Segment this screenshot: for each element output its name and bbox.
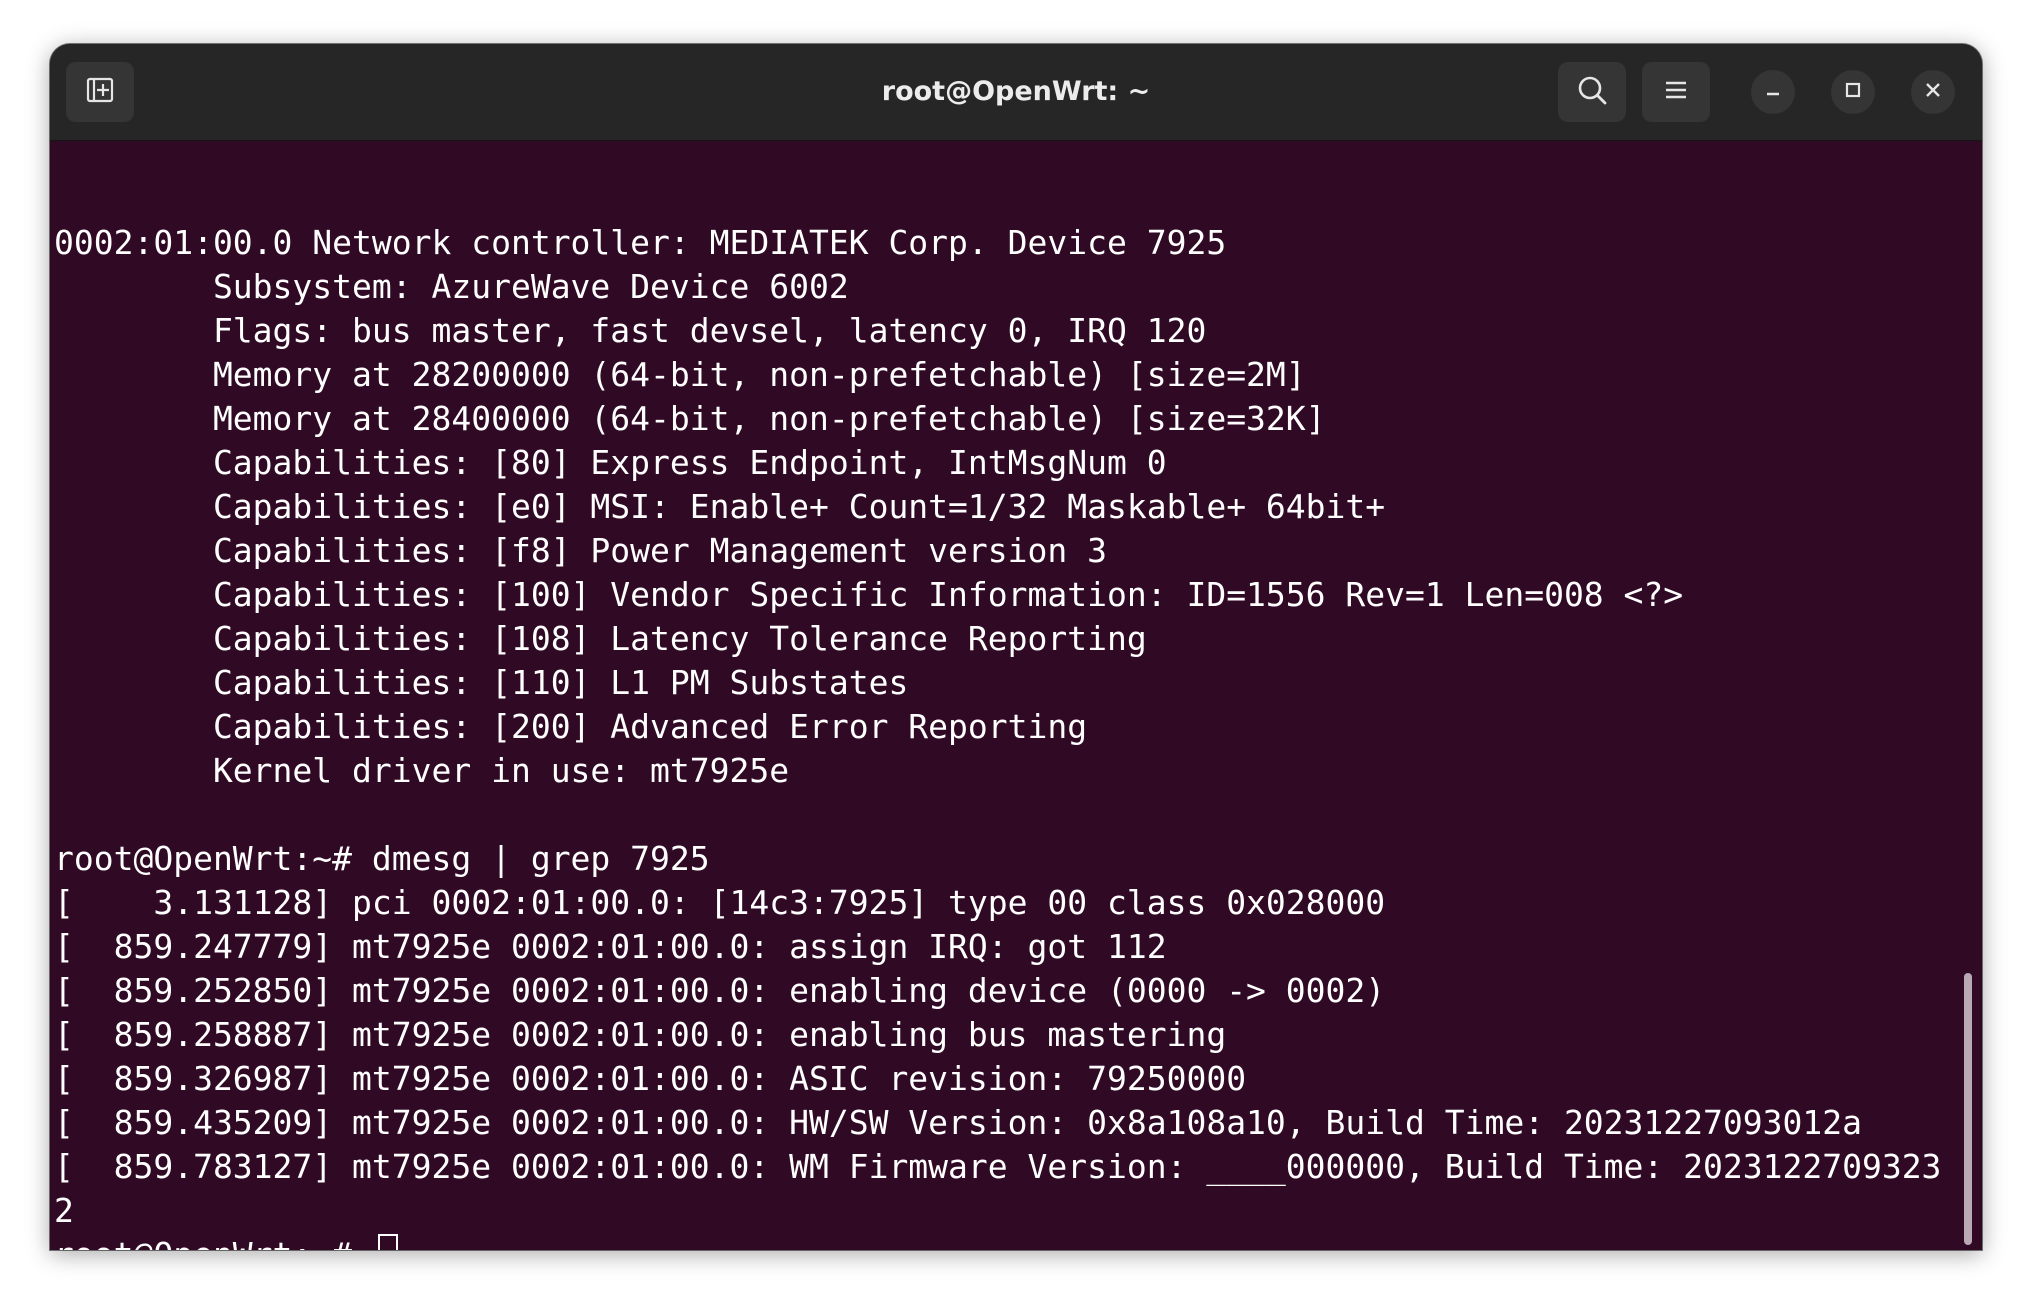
terminal-line: [ 859.258887] mt7925e 0002:01:00.0: enab… bbox=[54, 1015, 1227, 1054]
scrollbar[interactable] bbox=[1964, 973, 1972, 1245]
maximize-icon bbox=[1843, 80, 1863, 105]
terminal-line: Subsystem: AzureWave Device 6002 bbox=[54, 267, 849, 306]
terminal-window: root@OpenWrt: ~ 0002:01:00.0 Network con… bbox=[50, 44, 1982, 1250]
hamburger-menu-icon bbox=[1661, 75, 1691, 110]
terminal-line: Capabilities: [f8] Power Management vers… bbox=[54, 531, 1107, 570]
terminal-line: Memory at 28400000 (64-bit, non-prefetch… bbox=[54, 399, 1326, 438]
prompt-line[interactable]: root@OpenWrt:~# bbox=[54, 1233, 1941, 1250]
title-bar[interactable]: root@OpenWrt: ~ bbox=[50, 44, 1982, 141]
terminal-line: [ 859.435209] mt7925e 0002:01:00.0: HW/S… bbox=[54, 1103, 1862, 1142]
terminal-line: Capabilities: [200] Advanced Error Repor… bbox=[54, 707, 1088, 746]
terminal-line: [ 859.783127] mt7925e 0002:01:00.0: WM F… bbox=[54, 1147, 1942, 1186]
terminal-line: Memory at 28200000 (64-bit, non-prefetch… bbox=[54, 355, 1306, 394]
terminal-line: Capabilities: [100] Vendor Specific Info… bbox=[54, 575, 1684, 614]
search-button[interactable] bbox=[1558, 62, 1626, 122]
new-tab-button[interactable] bbox=[66, 62, 134, 122]
terminal-line: [ 3.131128] pci 0002:01:00.0: [14c3:7925… bbox=[54, 883, 1386, 922]
terminal-output-area[interactable]: 0002:01:00.0 Network controller: MEDIATE… bbox=[50, 141, 1982, 1250]
terminal-line: Capabilities: [108] Latency Tolerance Re… bbox=[54, 619, 1147, 658]
shell-prompt: root@OpenWrt:~# bbox=[54, 1235, 372, 1250]
terminal-line: root@OpenWrt:~# dmesg | grep 7925 bbox=[54, 839, 710, 878]
terminal-line: Capabilities: [80] Express Endpoint, Int… bbox=[54, 443, 1167, 482]
close-icon bbox=[1923, 80, 1943, 105]
terminal-line: [ 859.247779] mt7925e 0002:01:00.0: assi… bbox=[54, 927, 1167, 966]
terminal-line: [ 859.252850] mt7925e 0002:01:00.0: enab… bbox=[54, 971, 1386, 1010]
terminal-line: [ 859.326987] mt7925e 0002:01:00.0: ASIC… bbox=[54, 1059, 1247, 1098]
terminal-line: Kernel driver in use: mt7925e bbox=[54, 751, 790, 790]
minimize-button[interactable] bbox=[1751, 70, 1795, 114]
close-button[interactable] bbox=[1911, 70, 1955, 114]
terminal-line: Capabilities: [e0] MSI: Enable+ Count=1/… bbox=[54, 487, 1386, 526]
minimize-icon bbox=[1763, 80, 1783, 105]
terminal-text: 0002:01:00.0 Network controller: MEDIATE… bbox=[54, 177, 1941, 1250]
maximize-button[interactable] bbox=[1831, 70, 1875, 114]
new-tab-icon bbox=[84, 74, 116, 111]
terminal-line: 0002:01:00.0 Network controller: MEDIATE… bbox=[54, 223, 1227, 262]
terminal-line: Flags: bus master, fast devsel, latency … bbox=[54, 311, 1207, 350]
terminal-line: Capabilities: [110] L1 PM Substates bbox=[54, 663, 909, 702]
terminal-line: 2 bbox=[54, 1191, 74, 1230]
search-icon bbox=[1575, 73, 1609, 112]
text-cursor bbox=[377, 1234, 398, 1250]
menu-button[interactable] bbox=[1642, 62, 1710, 122]
